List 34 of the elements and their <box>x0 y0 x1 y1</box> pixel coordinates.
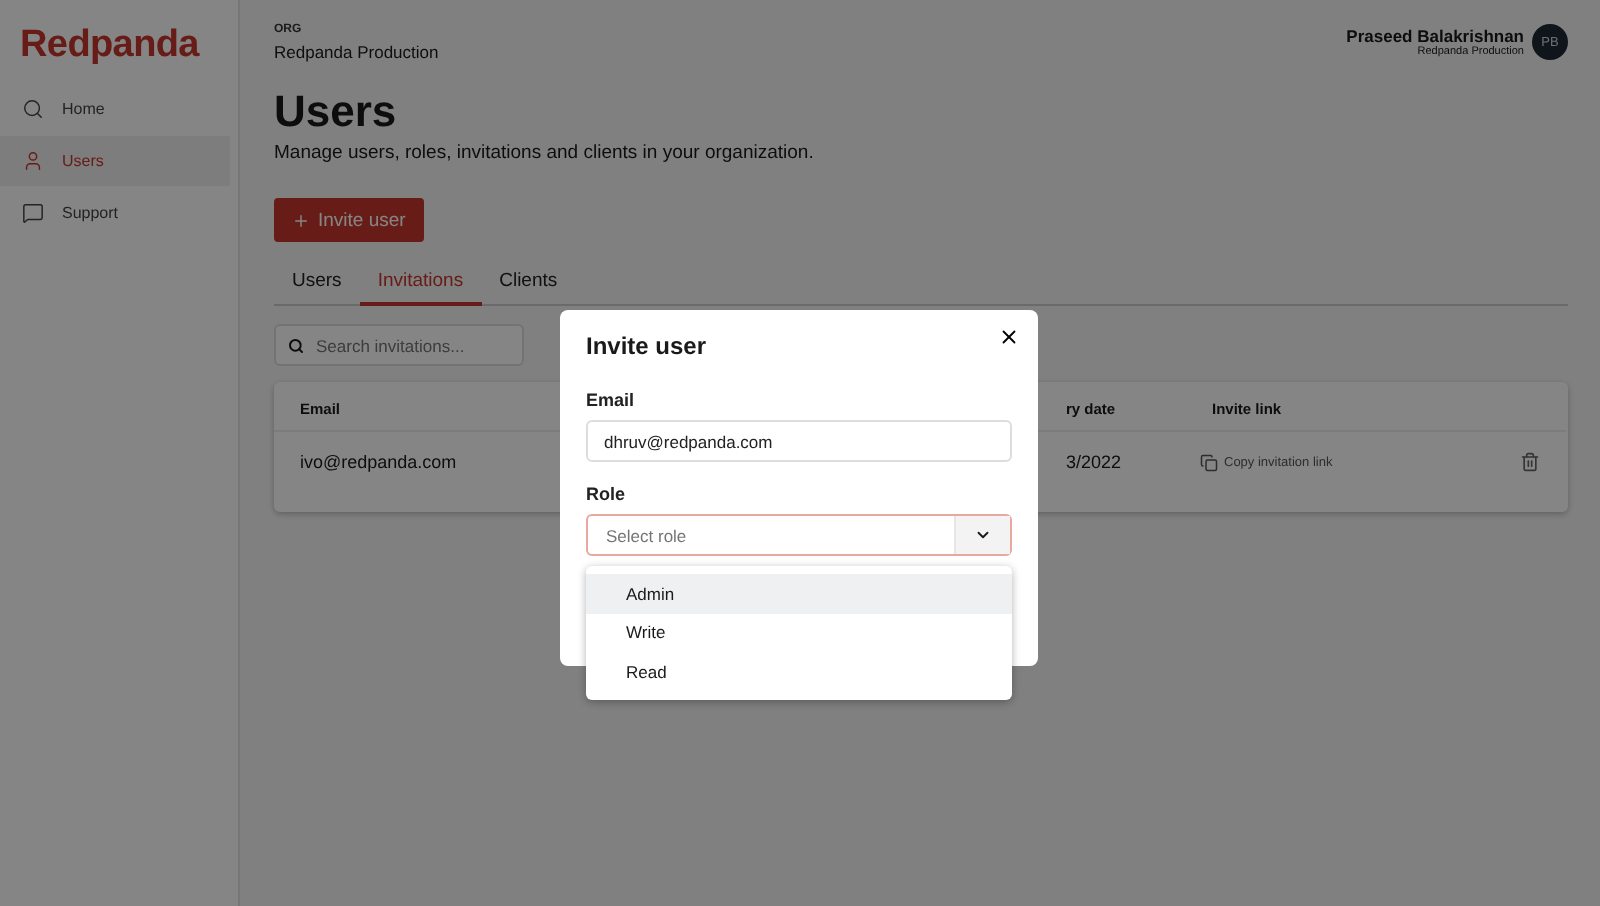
chat-icon <box>22 202 44 224</box>
delete-icon[interactable] <box>1520 452 1540 472</box>
sidebar-item[interactable]: Users <box>0 136 230 186</box>
table-cell: ivo@redpanda.com <box>300 452 457 472</box>
field-label: Role <box>586 484 628 504</box>
menu-option[interactable]: Read <box>586 652 1012 691</box>
tab[interactable]: Clients <box>481 266 576 306</box>
org-name: Redpanda Production <box>274 42 439 62</box>
logo: Redpanda <box>18 24 202 68</box>
search-icon <box>288 337 304 353</box>
field-label: Email <box>586 390 637 410</box>
role-select[interactable]: Select role <box>586 514 1012 556</box>
plus-icon <box>292 211 310 229</box>
chevron-down-icon <box>974 526 992 544</box>
page-subtitle: Manage users, roles, invitations and clients in your organization. <box>274 142 816 164</box>
copy-icon[interactable] <box>1200 453 1218 471</box>
menu-option[interactable]: Admin <box>586 574 1012 613</box>
menu-option[interactable]: Write <box>586 613 1012 652</box>
search-box[interactable]: Search invitations... <box>274 324 524 366</box>
invite-user-button[interactable]: Invite user <box>274 198 424 242</box>
search-field[interactable]: Search invitations... <box>316 335 506 355</box>
close-button[interactable] <box>998 326 1020 348</box>
tab[interactable]: Invitations <box>359 266 482 306</box>
dialog-title: Invite user <box>586 332 709 360</box>
role-input[interactable]: Select role <box>588 516 954 554</box>
tab[interactable]: Users <box>274 266 360 306</box>
sidebar-item[interactable]: Support <box>0 188 230 238</box>
search-icon <box>22 98 44 120</box>
user-name: Praseed Balakrishnan <box>1346 26 1524 46</box>
page-title: Users <box>274 86 399 138</box>
user-icon <box>22 150 44 172</box>
table-cell-text: 3/2022 <box>1064 450 1124 476</box>
email-field[interactable]: dhruv@redpanda.com <box>586 420 1012 462</box>
sidebar-item[interactable]: Home <box>0 84 230 134</box>
